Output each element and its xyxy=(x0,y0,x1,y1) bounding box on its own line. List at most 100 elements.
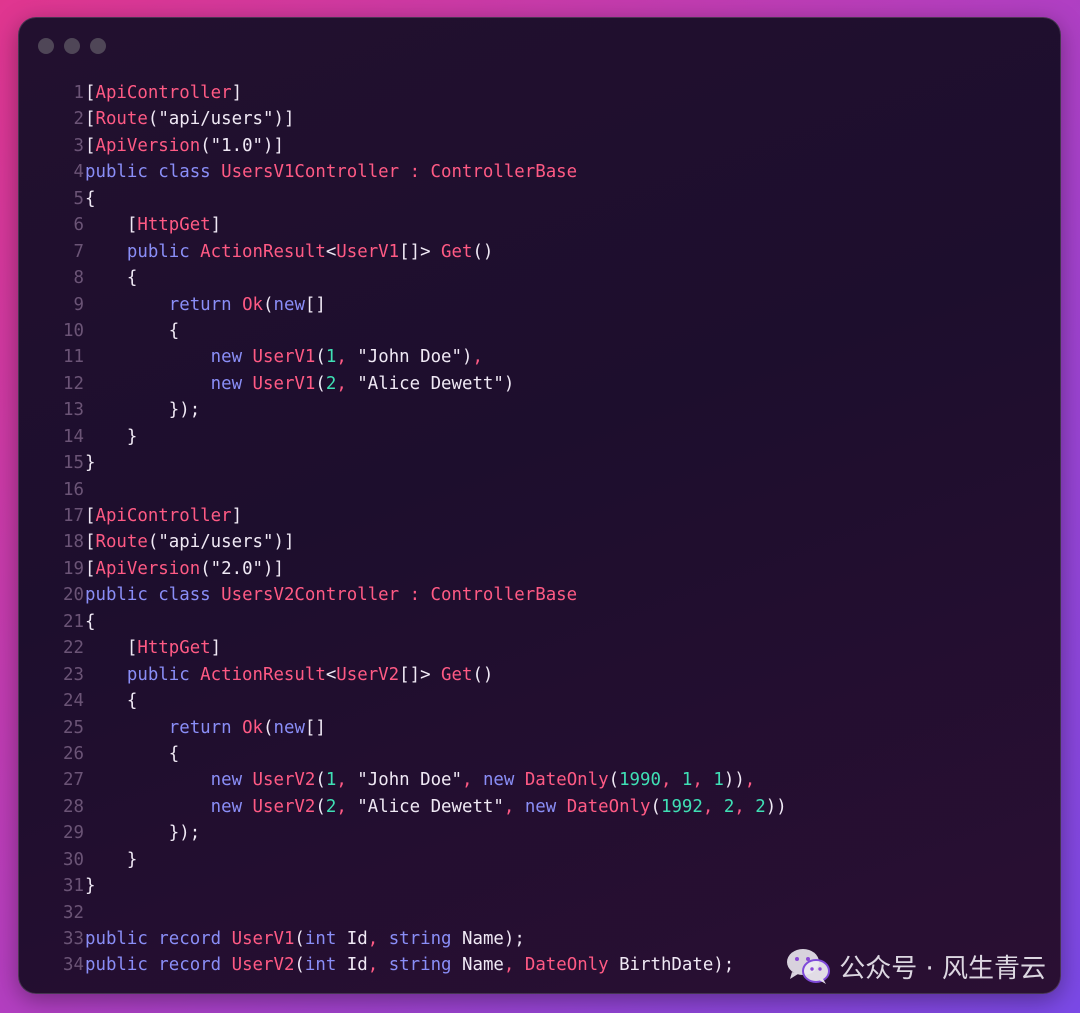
code-token: , xyxy=(367,929,389,949)
code-line[interactable]: 31} xyxy=(19,873,1060,899)
code-text: { xyxy=(85,265,137,291)
code-token: { xyxy=(85,611,96,632)
code-token: ( xyxy=(650,796,661,817)
code-text: new UserV1(1, "John Doe"), xyxy=(85,344,483,370)
code-token: DateOnly xyxy=(566,796,651,817)
code-token: new xyxy=(273,294,305,315)
code-text: { xyxy=(85,741,179,767)
code-line[interactable]: 21{ xyxy=(19,609,1060,635)
code-line[interactable]: 16 xyxy=(19,477,1060,503)
code-token: string xyxy=(388,955,462,976)
code-token: ( xyxy=(294,929,305,949)
code-token: < xyxy=(325,241,337,262)
code-line[interactable]: 30 } xyxy=(19,847,1060,873)
code-line[interactable]: 19 [ApiVersion("2.0")] xyxy=(19,556,1060,582)
code-token: ApiVersion xyxy=(95,135,201,156)
line-number: 18 xyxy=(63,532,84,553)
zoom-window-dot-icon[interactable] xyxy=(90,38,106,54)
code-line[interactable]: 22 [HttpGet] xyxy=(19,635,1060,661)
code-line[interactable]: 18 [Route("api/users")] xyxy=(19,529,1060,555)
code-editor[interactable]: 1 [ApiController] 2 [Route("api/users")] 3 [A… xyxy=(19,80,1060,979)
code-text: new UserV1(2, "Alice Dewett") xyxy=(85,371,515,397)
code-token: string xyxy=(388,929,462,949)
code-line[interactable]: 1 [ApiController] xyxy=(19,80,1060,106)
code-line[interactable]: 27 new UserV2(1, "John Doe", new DateOnl… xyxy=(19,767,1060,793)
code-text: } xyxy=(85,450,95,476)
code-token: } xyxy=(85,426,138,447)
code-line[interactable]: 24 { xyxy=(19,688,1060,714)
code-line[interactable]: 28 new UserV2(2, "Alice Dewett", new Dat… xyxy=(19,794,1060,820)
code-line[interactable]: 15} xyxy=(19,450,1060,476)
code-line[interactable]: 8 { xyxy=(19,265,1060,291)
code-token: new xyxy=(524,796,567,817)
code-line[interactable]: 5{ xyxy=(19,186,1060,212)
code-text: return Ok(new[] xyxy=(85,715,326,741)
code-line[interactable]: 26 { xyxy=(19,741,1060,767)
line-number: 6 xyxy=(73,215,84,236)
code-token: UserV1 xyxy=(252,373,316,394)
code-token: Ok xyxy=(242,717,264,738)
code-line[interactable]: 32 xyxy=(19,900,1060,926)
code-line[interactable]: 13 }); xyxy=(19,397,1060,423)
code-token: , xyxy=(336,373,358,394)
line-number: 5 xyxy=(73,188,84,209)
line-number: 16 xyxy=(63,479,84,500)
code-token: public record xyxy=(85,929,232,949)
window-controls xyxy=(38,38,106,54)
code-token: new xyxy=(85,373,253,394)
code-token: Get xyxy=(441,241,473,262)
code-line[interactable]: 25 return Ok(new[] xyxy=(19,715,1060,741)
code-token: 1990 xyxy=(619,770,661,791)
code-line[interactable]: 2 [Route("api/users")] xyxy=(19,106,1060,132)
code-token: Name); xyxy=(462,929,525,949)
code-line[interactable]: 9 return Ok(new[] xyxy=(19,292,1060,318)
code-text: } xyxy=(85,847,137,873)
code-line[interactable]: 14 } xyxy=(19,424,1060,450)
line-number: 7 xyxy=(73,241,84,262)
minimize-window-dot-icon[interactable] xyxy=(64,38,80,54)
code-line[interactable]: 6 [HttpGet] xyxy=(19,212,1060,238)
code-line[interactable]: 3 [ApiVersion("1.0")] xyxy=(19,133,1060,159)
code-token: ] xyxy=(231,506,243,526)
code-token: , xyxy=(336,347,358,368)
code-token: , xyxy=(503,796,525,817)
line-number: 17 xyxy=(63,506,84,526)
code-line[interactable]: 29 }); xyxy=(19,820,1060,846)
code-token: UserV2 xyxy=(252,796,316,817)
code-text: }); xyxy=(85,397,200,423)
code-line[interactable]: 7 public ActionResult<UserV1[]> Get() xyxy=(19,239,1060,265)
code-token: , xyxy=(336,770,358,791)
code-token: ActionResult xyxy=(200,241,326,262)
code-line[interactable]: 17 [ApiController] xyxy=(19,503,1060,529)
code-token: , xyxy=(734,796,756,817)
code-token: public record xyxy=(85,955,232,976)
code-token: 1 xyxy=(325,770,337,791)
line-number: 19 xyxy=(63,558,84,579)
code-text: public record UserV1(int Id, string Name… xyxy=(85,926,525,952)
code-line[interactable]: 23 public ActionResult<UserV2[]> Get() xyxy=(19,662,1060,688)
code-token: , xyxy=(472,347,483,368)
code-token: [ xyxy=(85,506,96,526)
code-token: ("1.0")] xyxy=(200,135,284,156)
code-line[interactable]: 11 new UserV1(1, "John Doe"), xyxy=(19,344,1060,370)
code-text: [ApiVersion("1.0")] xyxy=(85,133,284,159)
code-token: ( xyxy=(263,294,274,315)
code-token: )) xyxy=(765,796,787,817)
code-text: public class UsersV2Controller : Control… xyxy=(85,582,577,608)
code-token: , xyxy=(367,955,389,976)
code-token: [ xyxy=(85,638,138,659)
code-token: []> xyxy=(399,241,442,262)
code-line[interactable]: 20 public class UsersV2Controller : Contr… xyxy=(19,582,1060,608)
code-token: public class xyxy=(85,162,222,183)
code-line[interactable]: 10 { xyxy=(19,318,1060,344)
code-token: new xyxy=(482,770,525,791)
code-line[interactable]: 12 new UserV1(2, "Alice Dewett") xyxy=(19,371,1060,397)
code-token: 2 xyxy=(325,796,337,817)
close-window-dot-icon[interactable] xyxy=(38,38,54,54)
code-line[interactable]: 4 public class UsersV1Controller : Contro… xyxy=(19,159,1060,185)
code-token: new xyxy=(85,796,253,817)
code-token: }); xyxy=(85,823,201,844)
code-token: UserV1 xyxy=(231,929,295,949)
code-token: Id xyxy=(346,955,368,976)
code-text: { xyxy=(85,318,179,344)
